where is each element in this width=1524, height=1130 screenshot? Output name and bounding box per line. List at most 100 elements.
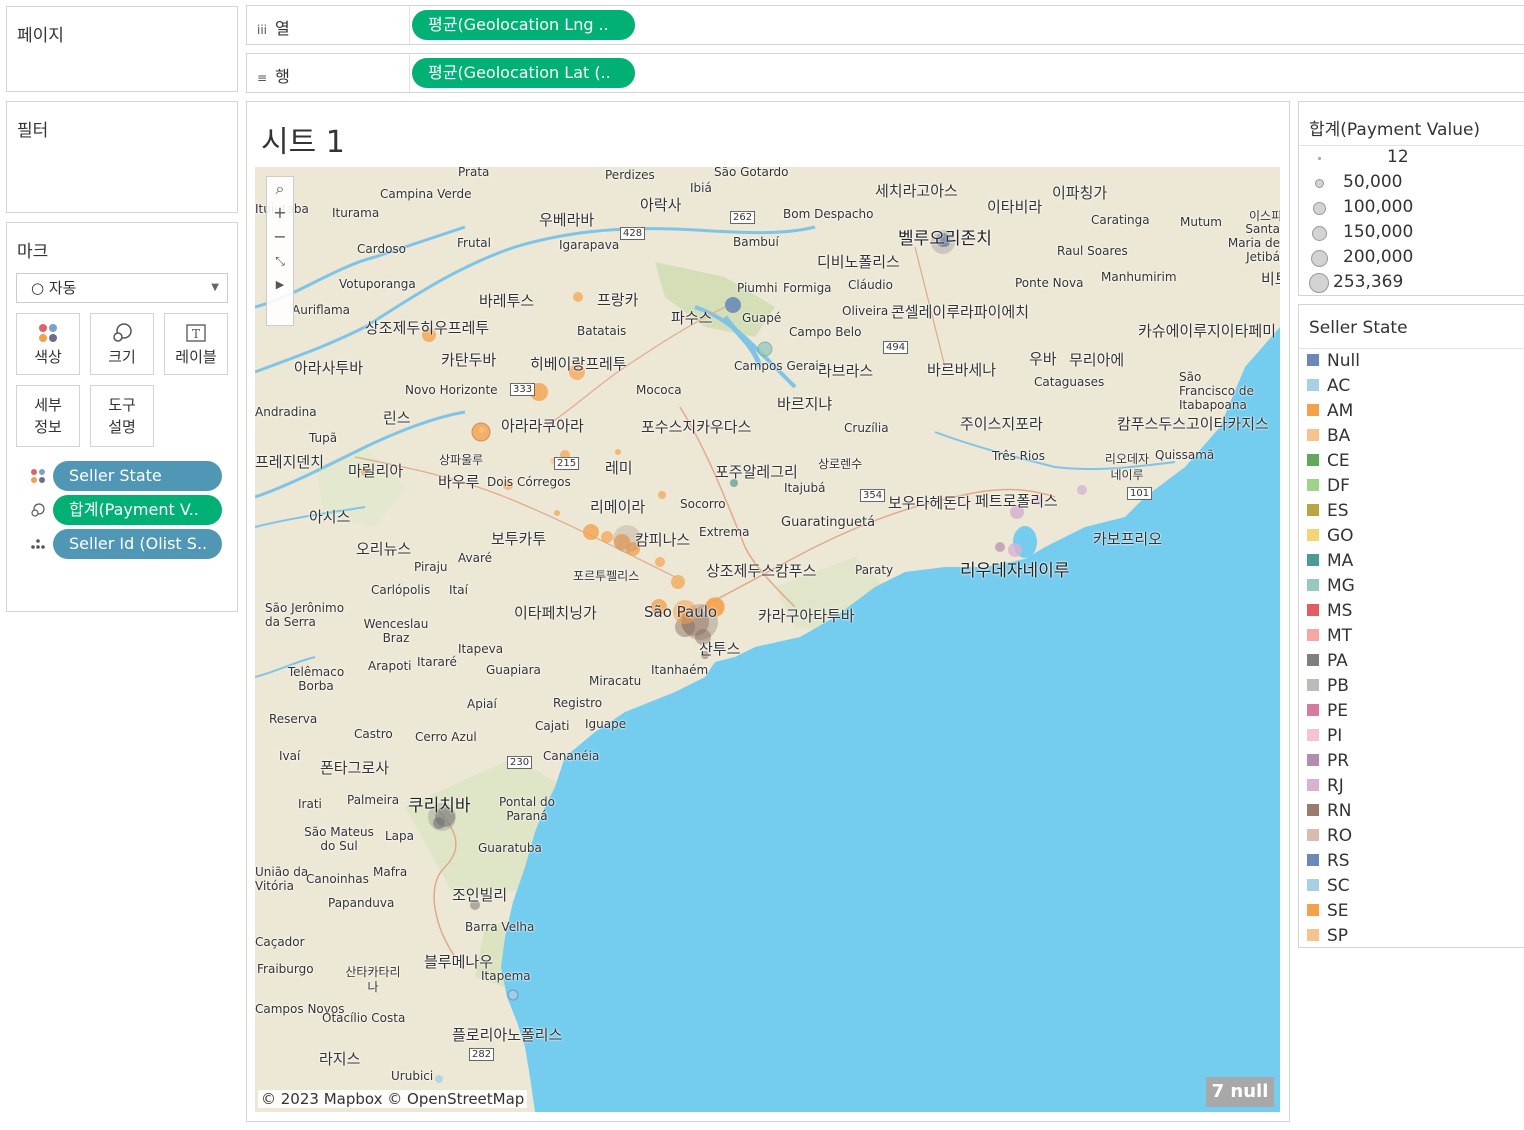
- reset-zoom-icon[interactable]: ⤡: [267, 249, 293, 273]
- map-label-uba: 우바: [1029, 350, 1057, 368]
- toolbar-expand-icon[interactable]: ▶: [267, 273, 293, 297]
- legend-item-ba[interactable]: BA: [1307, 425, 1350, 447]
- color-swatch: [1307, 728, 1319, 741]
- legend-item-rj[interactable]: RJ: [1307, 775, 1344, 797]
- legend-item-mg[interactable]: MG: [1307, 575, 1355, 597]
- rows-shelf-label: ≡ 행: [257, 63, 290, 87]
- map-label-ipatinga: 이파칭가: [1052, 184, 1108, 202]
- road-badge: 428: [620, 227, 646, 240]
- map-label-cardoso: Cardoso: [357, 242, 407, 256]
- tooltip-button[interactable]: 도구 설명: [90, 385, 154, 447]
- legend-item-pb[interactable]: PB: [1307, 675, 1349, 697]
- color-swatch: [1307, 653, 1319, 666]
- legend-item-ce[interactable]: CE: [1307, 450, 1350, 472]
- map-attribution[interactable]: © 2023 Mapbox © OpenStreetMap: [258, 1090, 528, 1108]
- color-swatch: [1307, 353, 1319, 366]
- legend-label: MG: [1327, 576, 1355, 596]
- map-label-itanhaem: Itanhaém: [651, 663, 709, 677]
- legend-item-rn[interactable]: RN: [1307, 800, 1352, 822]
- map-label-santos: 산투스: [699, 640, 741, 658]
- map-label-aracatuba: 아라사투바: [294, 359, 364, 377]
- legend-item-pa[interactable]: PA: [1307, 650, 1348, 672]
- size-legend-item[interactable]: 50,000: [1307, 171, 1507, 195]
- map-label-auriflama: Auriflama: [292, 303, 351, 317]
- legend-label: RJ: [1327, 776, 1344, 796]
- map-label-apiai: Apiaí: [467, 697, 497, 711]
- columns-lng-pill[interactable]: 평균(Geolocation Lng ..: [412, 10, 635, 40]
- map-label-cruzilia: Cruzília: [844, 421, 889, 435]
- map-label-santa-catarina: 산타카타리나: [345, 965, 401, 994]
- legend-item-rs[interactable]: RS: [1307, 850, 1350, 872]
- legend-item-sp[interactable]: SP: [1307, 925, 1348, 947]
- legend-item-ma[interactable]: MA: [1307, 550, 1353, 572]
- legend-item-df[interactable]: DF: [1307, 475, 1350, 497]
- detail-button[interactable]: 세부 정보: [16, 385, 80, 447]
- payment-value-pill[interactable]: 합계(Payment V..: [53, 495, 222, 525]
- legend-label: PE: [1327, 701, 1348, 721]
- color-swatch: [1307, 803, 1319, 816]
- map-label-guapiara: Guapiara: [486, 663, 541, 677]
- legend-item-es[interactable]: ES: [1307, 500, 1349, 522]
- search-icon[interactable]: ⌕: [267, 177, 293, 201]
- size-legend-item[interactable]: 253,369: [1307, 271, 1507, 295]
- seller-state-pill[interactable]: Seller State: [53, 461, 222, 491]
- zoom-out-button[interactable]: −: [267, 225, 293, 249]
- detail-button-label-1: 세부: [34, 396, 62, 414]
- legend-label: PR: [1327, 751, 1350, 771]
- size-legend-item[interactable]: 200,000: [1307, 246, 1507, 270]
- legend-item-mt[interactable]: MT: [1307, 625, 1352, 647]
- size-legend-item[interactable]: 150,000: [1307, 221, 1507, 245]
- map-label-itai: Itaí: [449, 583, 468, 597]
- map-label-cacador: Caçador: [255, 935, 305, 949]
- size-legend-item[interactable]: 12: [1307, 146, 1507, 170]
- legend-item-pr[interactable]: PR: [1307, 750, 1349, 772]
- size-button-label: 크기: [108, 348, 136, 366]
- map-label-araraquara: 아라라쿠아라: [501, 417, 584, 435]
- legend-item-ac[interactable]: AC: [1307, 375, 1350, 397]
- filters-panel[interactable]: 필터: [6, 101, 238, 213]
- sheet-title: 시트 1: [261, 125, 345, 160]
- legend-label: RO: [1327, 826, 1353, 846]
- legend-item-ms[interactable]: MS: [1307, 600, 1352, 622]
- map-label-raul-soares: Raul Soares: [1057, 244, 1128, 258]
- map-view[interactable]: Prata Perdizes São Gotardo 세치라고아스 이파칭가 C…: [255, 167, 1280, 1112]
- legend-item-null[interactable]: Null: [1307, 350, 1360, 372]
- map-label-irati: Irati: [298, 797, 322, 811]
- size-button[interactable]: 크기: [90, 313, 154, 375]
- color-swatch: [1307, 553, 1319, 566]
- legend-item-ro[interactable]: RO: [1307, 825, 1352, 847]
- seller-id-pill[interactable]: Seller Id (Olist S..: [53, 529, 222, 559]
- legend-item-am[interactable]: AM: [1307, 400, 1353, 422]
- map-label-cataguases: Cataguases: [1034, 375, 1105, 389]
- mark-type-dropdown[interactable]: ○ 자동 ▼: [16, 273, 228, 303]
- map-label-lavras: 라브라스: [818, 362, 874, 380]
- map-label-pontal: Pontal do Paraná: [499, 795, 555, 823]
- legend-item-sc[interactable]: SC: [1307, 875, 1350, 897]
- map-label-cachoeiro: 카슈에이루지이타페미: [1138, 322, 1277, 340]
- map-label-registro: Registro: [553, 696, 603, 710]
- map-label-rio-state: 리오데자네이루: [1104, 452, 1150, 482]
- legend-item-pe[interactable]: PE: [1307, 700, 1348, 722]
- legend-item-se[interactable]: SE: [1307, 900, 1349, 922]
- rows-label: 행: [275, 67, 290, 86]
- road-badge: 215: [554, 457, 580, 470]
- rows-lat-pill[interactable]: 평균(Geolocation Lat (..: [412, 58, 635, 88]
- color-swatch: [1307, 503, 1319, 516]
- legend-label: DF: [1327, 476, 1350, 496]
- size-legend-item[interactable]: 100,000: [1307, 196, 1507, 220]
- label-button[interactable]: T 레이블: [164, 313, 228, 375]
- legend-item-pi[interactable]: PI: [1307, 725, 1342, 747]
- map-label-itabira: 이타비라: [987, 198, 1043, 216]
- zoom-in-button[interactable]: +: [267, 201, 293, 225]
- filters-title: 필터: [17, 121, 49, 141]
- color-button-label: 색상: [34, 348, 62, 366]
- map-label-ponte-nova: Ponte Nova: [1015, 276, 1084, 290]
- map-label-bom-despacho: Bom Despacho: [783, 207, 874, 221]
- map-label-itapeva: Itapeva: [458, 642, 504, 656]
- null-indicator[interactable]: 7 null: [1206, 1077, 1274, 1107]
- columns-label: 열: [275, 19, 290, 38]
- map-label-santa-maria: Santa Maria de Jetibá: [1227, 222, 1280, 264]
- legend-item-go[interactable]: GO: [1307, 525, 1354, 547]
- road-badge: 354: [860, 489, 886, 502]
- color-button[interactable]: 색상: [16, 313, 80, 375]
